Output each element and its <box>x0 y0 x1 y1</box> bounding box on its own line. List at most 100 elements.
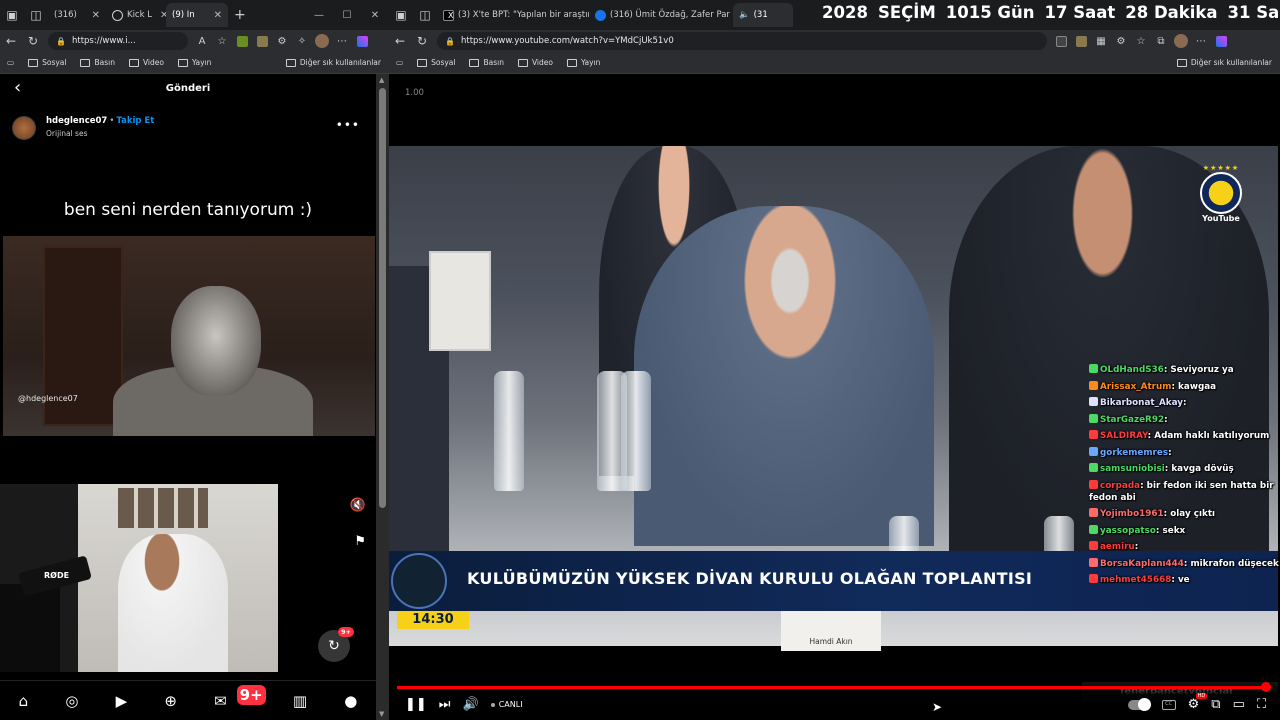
bookmark-video[interactable]: Video <box>511 58 560 67</box>
extension-icon[interactable] <box>252 35 272 47</box>
chat-username[interactable]: gorkememres <box>1100 448 1168 458</box>
scrollbar-thumb[interactable] <box>379 88 386 508</box>
copilot-icon[interactable] <box>1211 35 1231 47</box>
left-tab-instagram[interactable]: (9) In ✕ <box>0 3 376 720</box>
new-tab-button[interactable]: + <box>228 7 252 23</box>
extension-icon[interactable]: ⚙ <box>1111 36 1131 47</box>
close-icon[interactable]: ✕ <box>88 10 100 21</box>
minimize-icon[interactable]: — <box>305 10 333 21</box>
pause-icon[interactable]: ❚❚ <box>405 697 427 712</box>
extension-icon[interactable] <box>1051 35 1071 47</box>
settings-icon[interactable]: ⚙ HD <box>1188 693 1208 712</box>
scroll-up-icon[interactable]: ▲ <box>379 76 384 84</box>
create-icon[interactable]: ⊕ <box>164 692 177 710</box>
profile-avatar[interactable] <box>312 34 332 48</box>
chat-username[interactable]: SALDIRAY <box>1100 431 1148 441</box>
live-indicator[interactable]: CANLI <box>490 700 523 709</box>
miniplayer-icon[interactable]: ⧉ <box>1211 697 1220 712</box>
close-icon[interactable]: ✕ <box>156 10 166 21</box>
extension-icon[interactable]: ⚙ <box>272 36 292 47</box>
reels-icon[interactable]: ▶ <box>116 692 128 710</box>
username-link[interactable]: hdeglence07 <box>46 116 107 126</box>
close-icon[interactable]: ✕ <box>210 10 222 21</box>
dashboard-icon[interactable]: ▥ <box>293 692 307 710</box>
refresh-icon[interactable]: ↻ <box>411 34 433 48</box>
chat-username[interactable]: Arissax_Atrum <box>1100 382 1171 392</box>
chat-username[interactable]: StarGazeR92 <box>1100 415 1164 425</box>
bookmarks-sidebar-icon[interactable]: ▭ <box>0 58 21 67</box>
right-tab-youtube-live[interactable]: 🔈 (31 <box>389 3 1280 720</box>
tab-actions-icon[interactable]: ◫ <box>413 4 437 26</box>
bookmark-sosyal[interactable]: Sosyal <box>410 58 462 67</box>
progress-knob[interactable] <box>1260 682 1271 692</box>
avatar[interactable] <box>12 116 36 140</box>
refresh-icon[interactable]: ↻ <box>22 34 44 48</box>
home-icon[interactable]: ⌂ <box>19 692 29 710</box>
bookmarks-sidebar-icon[interactable]: ▭ <box>389 58 410 67</box>
tab-actions-icon[interactable]: ◫ <box>24 4 48 26</box>
extension-icon[interactable]: ✧ <box>292 36 312 47</box>
url-field[interactable]: 🔒 https://www.i... <box>48 32 188 50</box>
chat-username[interactable]: Bikarbonat_Akay <box>1100 398 1183 408</box>
menu-icon[interactable]: ⋯ <box>1191 36 1211 47</box>
bookmark-sosyal[interactable]: Sosyal <box>21 58 73 67</box>
youtube-player[interactable]: 1.00 ★★★★★ YouTube KULÜBÜMÜZÜN YÜKSEK Dİ… <box>389 74 1280 720</box>
fullscreen-icon[interactable]: ⛶ <box>1257 697 1266 712</box>
back-icon[interactable]: ← <box>0 34 22 48</box>
extension-icon[interactable] <box>1071 35 1091 47</box>
bookmark-yayin[interactable]: Yayın <box>560 58 607 67</box>
bookmark-basin[interactable]: Basın <box>462 58 511 67</box>
autoplay-toggle[interactable] <box>1127 697 1151 711</box>
extension-icon[interactable] <box>232 35 252 47</box>
right-tab-x[interactable]: X (3) X'te BPT: "Yapılan bir araştırma ✕ <box>437 3 589 27</box>
workspaces-icon[interactable]: ▣ <box>0 4 24 26</box>
close-window-icon[interactable]: ✕ <box>361 10 389 21</box>
left-tab-youtube[interactable]: (316) ✕ <box>0 3 389 720</box>
favorites-icon[interactable]: ☆ <box>1131 36 1151 47</box>
copilot-icon[interactable] <box>352 35 372 47</box>
favorite-star-icon[interactable]: ☆ <box>212 36 232 47</box>
bookmark-basin[interactable]: Basın <box>73 58 122 67</box>
left-tab-kick[interactable]: Kick L ✕ <box>106 3 166 27</box>
left-scrollbar[interactable]: ▲ ▼ <box>376 74 389 720</box>
subtitles-icon[interactable]: CC <box>1161 699 1176 710</box>
workspaces-icon[interactable]: ▣ <box>389 4 413 26</box>
url-field[interactable]: 🔒 https://www.youtube.com/watch?v=YMdCjU… <box>437 32 1047 50</box>
scroll-down-icon[interactable]: ▼ <box>379 710 384 718</box>
maximize-icon[interactable]: ☐ <box>333 10 361 21</box>
chat-username[interactable]: corpada <box>1100 481 1140 491</box>
chat-username[interactable]: BorsaKaplanı444 <box>1100 559 1184 569</box>
chat-username[interactable]: OLdHandS36 <box>1100 365 1164 375</box>
messages-icon[interactable]: ✉ 9+ <box>214 684 266 710</box>
audio-link[interactable]: Orijinal ses <box>46 129 87 138</box>
mute-icon[interactable]: 🔇 <box>350 498 366 513</box>
profile-icon[interactable]: ● <box>344 692 357 710</box>
more-options-icon[interactable]: ••• <box>336 118 360 132</box>
volume-icon[interactable]: 🔊 <box>463 697 479 712</box>
other-bookmarks[interactable]: Diğer sık kullanılanlar <box>1176 58 1280 67</box>
theater-mode-icon[interactable]: ▭ <box>1233 697 1245 712</box>
back-icon[interactable]: ← <box>389 34 411 48</box>
follow-button[interactable]: Takip Et <box>116 116 154 126</box>
menu-icon[interactable]: ⋯ <box>332 36 352 47</box>
back-arrow-icon[interactable]: ‹ <box>14 77 21 98</box>
chat-username[interactable]: mehmet45668 <box>1100 575 1171 585</box>
right-tab-umit[interactable]: (316) Ümit Özdağ, Zafer Par ✕ <box>389 3 1280 720</box>
next-icon[interactable]: ⏭ <box>439 697 451 712</box>
chat-username[interactable]: yassopatso <box>1100 526 1156 536</box>
collections-icon[interactable]: ⧉ <box>1151 36 1171 47</box>
profile-avatar[interactable] <box>1171 34 1191 48</box>
chat-username[interactable]: samsuniobisi <box>1100 464 1165 474</box>
save-bookmark-icon[interactable]: ⚑ <box>354 534 366 549</box>
messages-fab-button[interactable]: ↻ 9+ <box>318 627 354 662</box>
progress-bar[interactable] <box>397 682 1271 692</box>
read-aloud-icon[interactable]: A <box>192 36 212 47</box>
chat-username[interactable]: Yojimbo1961 <box>1100 509 1164 519</box>
bookmark-video[interactable]: Video <box>122 58 171 67</box>
other-bookmarks[interactable]: Diğer sık kullanılanlar <box>285 58 389 67</box>
extension-icon[interactable]: ▦ <box>1091 36 1111 47</box>
chat-username[interactable]: aemiru <box>1100 542 1135 552</box>
explore-icon[interactable]: ◎ <box>65 692 78 710</box>
bookmark-yayin[interactable]: Yayın <box>171 58 218 67</box>
reel-video[interactable]: @hdeglence07 <box>3 236 375 436</box>
